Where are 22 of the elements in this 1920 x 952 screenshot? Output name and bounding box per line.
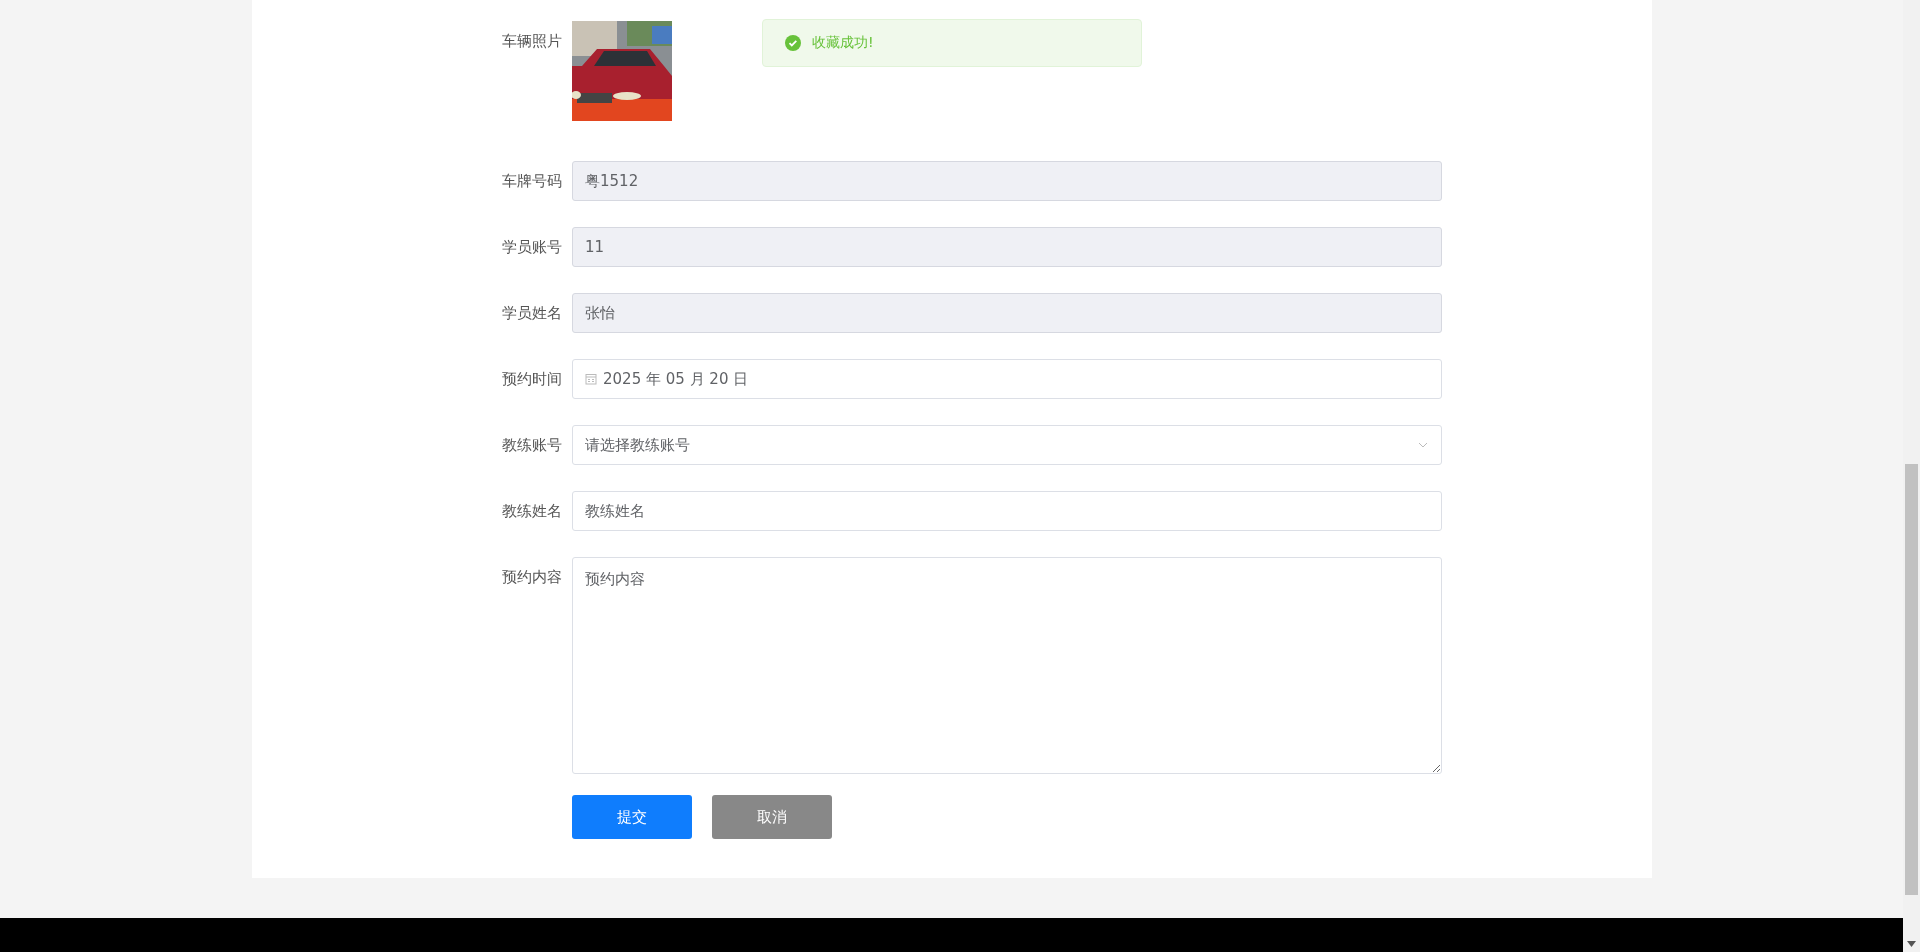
field-label: 学员账号 <box>501 237 562 258</box>
field-label: 教练账号 <box>501 435 562 456</box>
field-label: 车辆照片 <box>501 31 562 52</box>
field-label: 预约内容 <box>501 567 562 588</box>
cancel-button[interactable]: 取消 <box>712 795 832 839</box>
field-label: 预约时间 <box>501 369 562 390</box>
date-field[interactable]: 2025 年 05 月 20 日 <box>572 359 1442 399</box>
text-field[interactable]: 张怡 <box>572 293 1442 333</box>
check-circle-icon <box>785 35 801 51</box>
toast-message: 收藏成功! <box>812 34 874 52</box>
submit-button[interactable]: 提交 <box>572 795 692 839</box>
field-label: 车牌号码 <box>501 171 562 192</box>
text-field[interactable]: 教练姓名 <box>572 491 1442 531</box>
field-label: 学员姓名 <box>501 303 562 324</box>
calendar-icon <box>585 373 597 385</box>
select-field[interactable]: 请选择教练账号 <box>572 425 1442 465</box>
text-area[interactable]: 预约内容 <box>572 557 1442 774</box>
down-arrow-icon[interactable] <box>1907 941 1916 947</box>
scrollbar-thumb[interactable] <box>1905 464 1918 895</box>
field-label: 教练姓名 <box>501 501 562 522</box>
text-field[interactable]: 粤1512 <box>572 161 1442 201</box>
text-field[interactable]: 11 <box>572 227 1442 267</box>
